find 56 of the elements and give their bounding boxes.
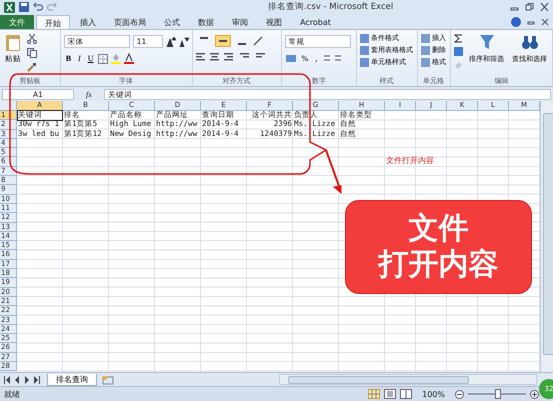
- font-grow-icon[interactable]: [166, 36, 176, 46]
- annotation-arrow: [324, 149, 344, 195]
- status-text: 就绪: [4, 388, 20, 400]
- page-layout-icon[interactable]: [384, 389, 396, 399]
- align-lines-icon[interactable]: [196, 52, 268, 61]
- horizontal-scrollbar[interactable]: [279, 374, 537, 385]
- callout-text: 打开内容: [378, 247, 498, 283]
- normal-view-icon[interactable]: [368, 389, 380, 399]
- ribbon-tab[interactable]: Acrobat: [292, 15, 339, 29]
- font-shrink-icon[interactable]: [178, 36, 189, 46]
- callout-text: 文件: [408, 211, 468, 247]
- ribbon-tab[interactable]: 视图: [258, 15, 290, 29]
- close-icon[interactable]: [540, 3, 549, 11]
- border-icon[interactable]: [98, 54, 108, 64]
- vertical-align-button[interactable]: [214, 35, 231, 47]
- text-angle-icon[interactable]: [252, 36, 265, 46]
- italic-button[interactable]: I: [76, 54, 83, 63]
- funnel-icon: [478, 33, 496, 51]
- brush-icon[interactable]: [27, 62, 37, 72]
- sheet-tab[interactable]: 排名查询: [47, 374, 97, 386]
- fill-color-icon[interactable]: [111, 53, 122, 64]
- zoom-level[interactable]: 100%: [422, 390, 445, 398]
- window-title: 排名查询.csv - Microsoft Excel: [267, 1, 394, 13]
- ribbon-tab[interactable]: 审阅: [224, 15, 256, 29]
- align-icon: [218, 37, 228, 45]
- ribbon-tab[interactable]: 数据: [190, 15, 222, 29]
- font-color-icon[interactable]: [124, 53, 134, 64]
- clipboard-icon: [5, 33, 21, 51]
- zoom-in-icon[interactable]: [530, 390, 539, 398]
- sum-icon[interactable]: [454, 34, 463, 43]
- new-sheet-icon[interactable]: [101, 374, 115, 384]
- select-all-corner[interactable]: [0, 101, 17, 111]
- close-icon[interactable]: [541, 18, 549, 26]
- zoom-out-icon[interactable]: [455, 390, 464, 398]
- scissors-icon[interactable]: [27, 34, 37, 44]
- vertical-scrollbar[interactable]: [540, 101, 553, 372]
- comma-button[interactable]: ,: [313, 54, 320, 62]
- underline-button[interactable]: U: [86, 54, 96, 63]
- cell-note-text: 文件打开内容: [386, 156, 434, 166]
- sheet-nav-icon[interactable]: [3, 376, 43, 384]
- function-label[interactable]: fx: [80, 90, 98, 98]
- zoom-slider-thumb[interactable]: [495, 389, 501, 399]
- undo-icon[interactable]: [33, 2, 43, 12]
- ribbon-tab[interactable]: 开始: [36, 15, 70, 29]
- bold-button[interactable]: B: [64, 54, 74, 63]
- ribbon-tab[interactable]: 页面布局: [106, 15, 154, 29]
- file-tab[interactable]: 文件: [0, 15, 34, 29]
- excel-logo-icon: [4, 2, 15, 12]
- binoculars-icon: [520, 33, 538, 51]
- save-icon[interactable]: [19, 2, 29, 12]
- ribbon-tab[interactable]: 公式: [156, 15, 188, 29]
- ribbon-tab[interactable]: 插入: [72, 15, 104, 29]
- restore-icon[interactable]: [525, 3, 534, 11]
- percent-button[interactable]: %: [300, 54, 310, 62]
- copy-icon[interactable]: [27, 48, 37, 58]
- page-break-icon[interactable]: [400, 389, 412, 399]
